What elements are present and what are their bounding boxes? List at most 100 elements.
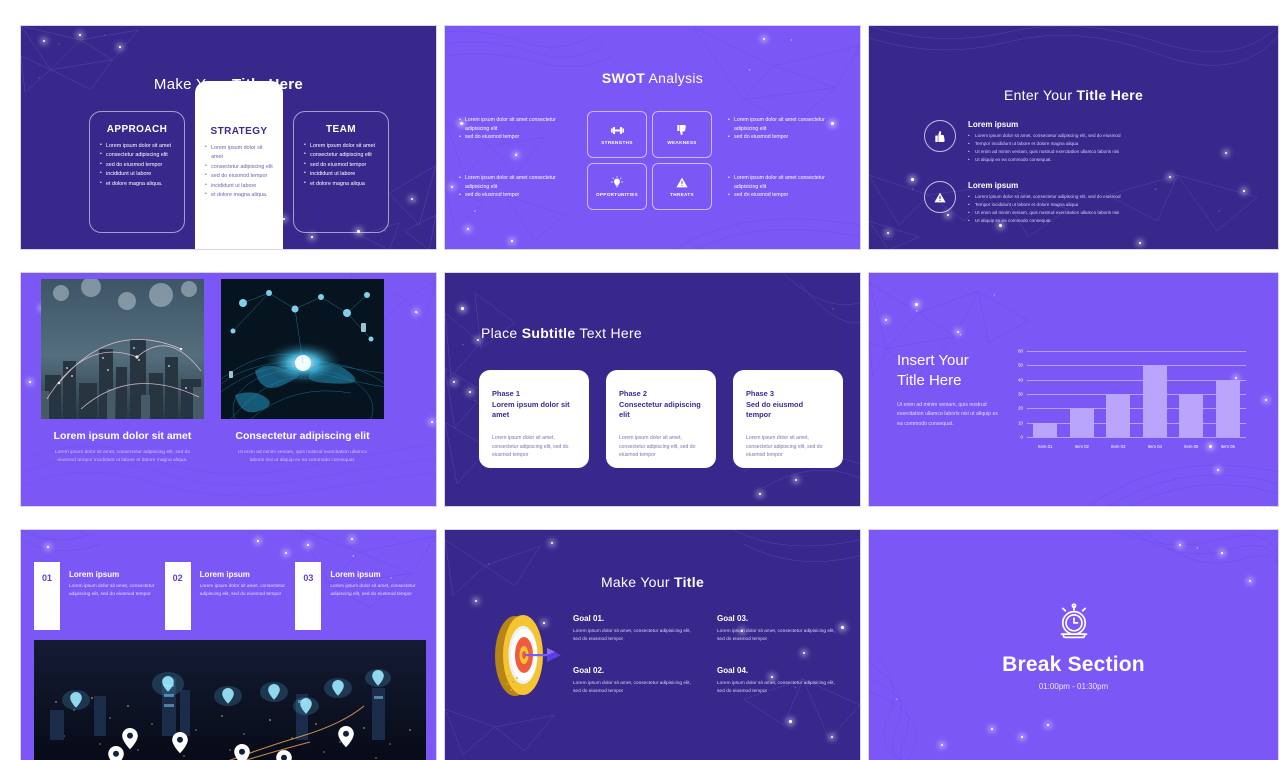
chart-bar[interactable] xyxy=(1179,394,1204,437)
image-card-caption: Consectetur adipiscing elit xyxy=(235,430,370,442)
swot-box-label: WEAKNESS xyxy=(667,139,697,145)
bullet: Ut aliquip ex ea commodo consequat. xyxy=(968,156,1121,164)
chart-bar-group[interactable]: Item 04 xyxy=(1142,351,1167,449)
phase-heading: Lorem ipsum dolor sit amet xyxy=(492,399,570,420)
image-card-1[interactable]: Lorem ipsum dolor sit amet Lorem ipsum d… xyxy=(41,279,204,466)
global-network-globe-photo xyxy=(221,279,384,419)
bar-chart[interactable]: 0 10 20 30 40 50 60 Item 01 Item 02 Item 03 Item … xyxy=(1009,348,1254,451)
list-item[interactable]: Lorem ipsum Lorem ipsum dolor sit amet, … xyxy=(924,120,1121,164)
slide-icon-bullet-list[interactable]: Enter Your Title Here Lorem ipsum Lorem … xyxy=(868,25,1279,250)
slide-deck-grid: Make Your Title Here APPROACH Lorem ipsu… xyxy=(0,0,1280,760)
phase-card-1[interactable]: Phase 1 Lorem ipsum dolor sit amet Lorem… xyxy=(479,370,589,468)
title-light: Make Your xyxy=(600,574,675,590)
step-item-01[interactable]: 01 Lorem ipsum Lorem ipsum dolor sit ame… xyxy=(34,562,165,630)
step-body: Lorem ipsum dolor sit amet, consectetur … xyxy=(69,584,155,598)
chart-bar[interactable] xyxy=(1142,365,1167,437)
bullet: incididunt ut labore xyxy=(205,181,273,191)
step-heading: Lorem ipsum xyxy=(69,570,120,579)
phase-card-3[interactable]: Phase 3 Sed do eiusmod tempor Lorem ipsu… xyxy=(733,370,843,468)
warning-triangle-icon xyxy=(676,177,688,187)
image-card-body: Ut enim ad minim veniam, quis nostrud ex… xyxy=(237,450,368,464)
phase-body: Lorem ipsum dolor sit amet, consectetur … xyxy=(492,435,569,458)
chart-bar[interactable] xyxy=(1069,408,1094,437)
goal-item-03[interactable]: Goal 03. Lorem ipsum dolor sit amet, con… xyxy=(717,614,843,644)
chart-y-tick: 20 xyxy=(1018,405,1023,411)
phase-body: Lorem ipsum dolor sit amet, consectetur … xyxy=(619,435,696,458)
title-line-2: Title Here xyxy=(897,371,962,389)
list-item[interactable]: Lorem ipsum Lorem ipsum dolor sit amet, … xyxy=(924,181,1121,225)
phase-card-2[interactable]: Phase 2 Consectetur adipiscing elit Lore… xyxy=(606,370,716,468)
chart-y-tick: 0 xyxy=(1020,434,1023,440)
break-heading: Break Section xyxy=(1002,652,1145,676)
lightbulb-icon xyxy=(611,176,623,188)
swot-box-threats[interactable]: THREATS xyxy=(652,163,712,210)
goal-item-04[interactable]: Goal 04. Lorem ipsum dolor sit amet, con… xyxy=(717,666,843,696)
step-heading: Lorem ipsum xyxy=(330,570,381,579)
night-city-map-pins-photo xyxy=(34,640,426,760)
chart-bar-group[interactable]: Item 01 xyxy=(1033,351,1058,449)
card-approach[interactable]: APPROACH Lorem ipsum dolor sit amet cons… xyxy=(89,111,185,233)
chart-bar[interactable] xyxy=(1106,394,1131,437)
card-team[interactable]: TEAM Lorem ipsum dolor sit amet consecte… xyxy=(293,111,389,233)
slide-bar-chart[interactable]: Insert Your Title Here Ut enim ad minim … xyxy=(868,272,1279,507)
list-item-text: Lorem ipsum Lorem ipsum dolor sit amet, … xyxy=(968,181,1121,225)
chart-bar[interactable] xyxy=(1033,422,1058,437)
step-item-02[interactable]: 02 Lorem ipsum Lorem ipsum dolor sit ame… xyxy=(164,562,296,630)
swot-box-opportunities[interactable]: OPPORTUNITIES xyxy=(587,163,647,210)
page-title: Make Your Title xyxy=(445,574,860,590)
phase-label: Phase 2 xyxy=(619,389,647,398)
phase-label: Phase 3 xyxy=(746,389,774,398)
bullet: sed do eiusmod tempor xyxy=(459,133,579,142)
slide-numbered-steps-map[interactable]: 01 Lorem ipsum Lorem ipsum dolor sit ame… xyxy=(20,529,437,760)
title-light-a: Place xyxy=(481,325,522,341)
image-card-body: Lorem ipsum dolor sit amet, consectetur … xyxy=(54,450,191,464)
chart-x-tick: Item 02 xyxy=(1074,444,1089,449)
slide-goals-target[interactable]: Make Your Title Goal 01. Lorem ipsum dol… xyxy=(444,529,861,760)
slide-swot-analysis[interactable]: SWOT Analysis Lorem ipsum dolor sit amet… xyxy=(444,25,861,250)
chart-x-tick: Item 01 xyxy=(1038,444,1053,449)
chart-bar-group[interactable]: Item 06 xyxy=(1215,351,1240,449)
chart-bar-group[interactable]: Item 02 xyxy=(1069,351,1094,449)
chart-y-tick: 40 xyxy=(1018,377,1023,383)
bullet: Lorem ipsum dolor sit amet xyxy=(304,141,378,151)
swot-box-strengths[interactable]: STRENGTHS xyxy=(587,111,647,158)
swot-box-label: THREATS xyxy=(670,191,694,197)
goal-item-01[interactable]: Goal 01. Lorem ipsum dolor sit amet, con… xyxy=(573,614,699,644)
chart-bar-group[interactable]: Item 03 xyxy=(1106,351,1131,449)
chart-x-tick: Item 05 xyxy=(1184,444,1199,449)
page-title: Place Subtitle Text Here xyxy=(481,325,642,341)
chart-y-tick: 60 xyxy=(1018,348,1023,354)
bullet: Ut enim ad minim veniam, quis nostrud ex… xyxy=(968,209,1121,217)
slide-two-image-cards[interactable]: Lorem ipsum dolor sit amet Lorem ipsum d… xyxy=(20,272,437,507)
chart-y-tick: 10 xyxy=(1018,420,1023,426)
title-line-1: Insert Your xyxy=(897,352,969,369)
chart-bar-group[interactable]: Item 05 xyxy=(1179,351,1204,449)
swot-box-weakness[interactable]: WEAKNESS xyxy=(652,111,712,158)
phase-label: Phase 1 xyxy=(492,389,520,398)
bullet: sed do eiusmod tempor xyxy=(728,133,848,142)
goal-heading: Goal 04. xyxy=(717,666,749,676)
step-item-03[interactable]: 03 Lorem ipsum Lorem ipsum dolor sit ame… xyxy=(295,562,426,630)
warning-triangle-icon xyxy=(924,181,956,213)
card-bullets: Lorem ipsum dolor sit amet consectetur a… xyxy=(304,141,378,189)
slide-three-column-cards[interactable]: Make Your Title Here APPROACH Lorem ipsu… xyxy=(20,25,437,250)
card-strategy[interactable]: STRATEGY Lorem ipsum dolor sit amet cons… xyxy=(195,81,283,249)
goal-heading: Goal 02. xyxy=(573,666,605,676)
chart-bar[interactable] xyxy=(1215,379,1240,437)
bullet: consectetur adipiscing elit xyxy=(100,150,174,160)
slide-phase-cards[interactable]: Place Subtitle Text Here Phase 1 Lorem i… xyxy=(444,272,861,507)
slide-break-section[interactable]: Break Section 01:00pm - 01:30pm xyxy=(868,529,1279,760)
chart-y-tick: 50 xyxy=(1018,362,1023,368)
image-card-2[interactable]: Consectetur adipiscing elit Ut enim ad m… xyxy=(221,279,384,466)
thumbs-up-icon xyxy=(924,120,956,152)
chart-gridline xyxy=(1027,437,1246,438)
title-bold: Subtitle xyxy=(521,325,576,341)
goal-heading: Goal 03. xyxy=(717,614,749,623)
chart-x-tick: Item 03 xyxy=(1111,444,1126,449)
step-body: Lorem ipsum dolor sit amet, consectetur … xyxy=(199,584,285,598)
goal-item-02[interactable]: Goal 02. Lorem ipsum dolor sit amet, con… xyxy=(573,666,699,696)
bullet: Ut enim ad minim veniam, quis nostrud ex… xyxy=(968,148,1121,156)
goal-body: Lorem ipsum dolor sit amet, consectetur … xyxy=(573,681,691,695)
goal-heading: Goal 01. xyxy=(573,614,605,623)
swot-text-opportunities: Lorem ipsum dolor sit amet consectetur a… xyxy=(459,174,579,200)
